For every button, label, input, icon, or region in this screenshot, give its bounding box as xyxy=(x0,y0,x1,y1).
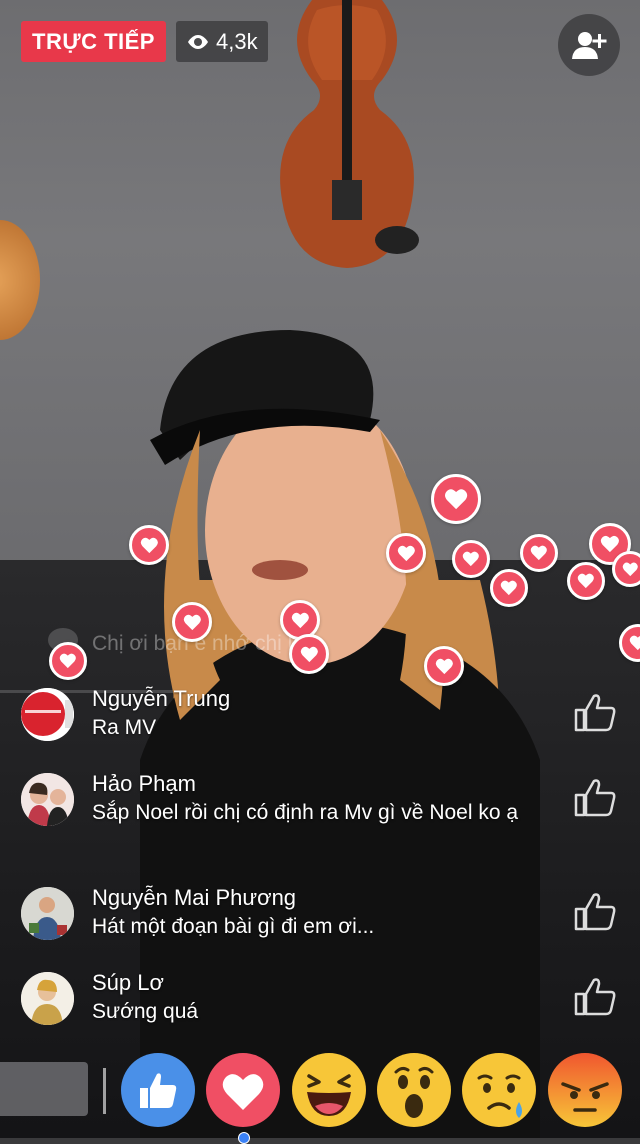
floating-heart-icon xyxy=(490,569,528,607)
avatar[interactable] xyxy=(21,887,74,940)
comment-text: Hát một đoạn bài gì đi em ơi... xyxy=(92,915,375,938)
like-comment-icon[interactable] xyxy=(573,777,617,817)
floating-heart-icon xyxy=(49,642,87,680)
eye-icon xyxy=(188,34,208,49)
love-icon xyxy=(206,1053,280,1127)
divider xyxy=(103,1068,106,1114)
reaction-love-button[interactable] xyxy=(205,1052,281,1128)
sad-icon xyxy=(462,1053,536,1127)
comment-item: Hảo Phạm Sắp Noel rồi chị có định ra Mv … xyxy=(21,771,621,853)
live-badge: TRỰC TIẾP xyxy=(21,21,166,62)
floating-heart-icon xyxy=(612,551,640,587)
reaction-like-button[interactable] xyxy=(120,1052,196,1128)
avatar[interactable] xyxy=(21,688,74,741)
comment-item: Nguyễn Trung Ra MV xyxy=(21,686,621,768)
comment-text: Sướng quá xyxy=(92,1000,199,1023)
violin-image xyxy=(280,0,419,268)
like-comment-icon[interactable] xyxy=(573,891,617,931)
like-comment-icon[interactable] xyxy=(573,976,617,1016)
floating-heart-icon xyxy=(567,562,605,600)
reaction-haha-button[interactable] xyxy=(291,1052,367,1128)
wow-icon xyxy=(377,1053,451,1127)
floating-heart-icon xyxy=(172,602,212,642)
like-icon xyxy=(121,1053,195,1127)
comment-author[interactable]: Hảo Phạm xyxy=(92,771,196,797)
floating-heart-icon xyxy=(289,634,329,674)
comment-author[interactable]: Nguyễn Mai Phương xyxy=(92,885,296,911)
like-comment-icon[interactable] xyxy=(573,692,617,732)
haha-icon xyxy=(292,1053,366,1127)
comment-text: Ra MV xyxy=(92,716,157,739)
add-friend-icon xyxy=(572,32,607,59)
selected-reaction-indicator xyxy=(238,1132,250,1144)
reaction-wow-button[interactable] xyxy=(376,1052,452,1128)
reaction-sad-button[interactable] xyxy=(461,1052,537,1128)
comment-author[interactable]: Nguyễn Trung xyxy=(92,686,230,712)
floating-heart-icon xyxy=(431,474,481,524)
bottom-bar xyxy=(0,1044,640,1144)
avatar[interactable] xyxy=(21,773,74,826)
viewer-count: 4,3k xyxy=(216,28,258,54)
comment-text: Sắp Noel rồi chị có định ra Mv gì về Noe… xyxy=(92,801,519,824)
floating-heart-icon xyxy=(129,525,169,565)
viewer-count-badge: 4,3k xyxy=(176,21,268,62)
add-friend-button[interactable] xyxy=(558,14,620,76)
comment-item: Súp Lơ Sướng quá xyxy=(21,970,621,1052)
live-badge-label: TRỰC TIẾP xyxy=(32,28,155,54)
floating-heart-icon xyxy=(424,646,464,686)
angry-icon xyxy=(548,1053,622,1127)
floating-heart-icon xyxy=(520,534,558,572)
reaction-angry-button[interactable] xyxy=(547,1052,623,1128)
comment-author[interactable]: Súp Lơ xyxy=(92,970,164,996)
floating-heart-icon xyxy=(386,533,426,573)
floating-heart-icon xyxy=(452,540,490,578)
comment-input[interactable] xyxy=(0,1062,88,1116)
avatar[interactable] xyxy=(21,972,74,1025)
comment-item: Nguyễn Mai Phương Hát một đoạn bài gì đi… xyxy=(21,885,621,967)
